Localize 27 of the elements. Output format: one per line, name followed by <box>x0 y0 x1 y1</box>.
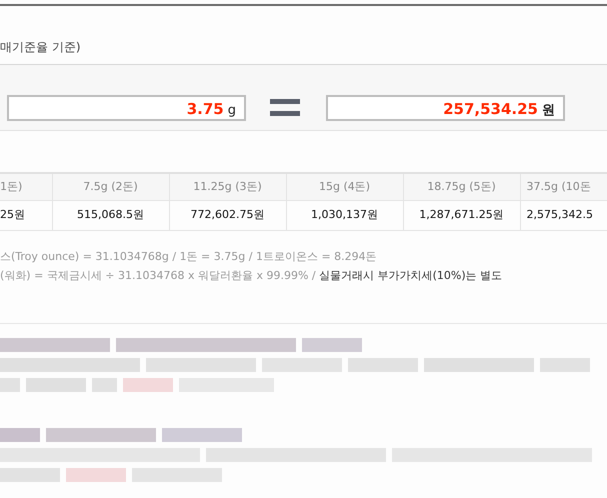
column-header: 1돈) <box>0 173 52 200</box>
blurred-text <box>123 378 173 392</box>
blurred-text <box>26 378 86 392</box>
price-cell: 25원 <box>0 200 52 230</box>
price-cell: 515,068.5원 <box>52 200 169 230</box>
weight-field[interactable]: 3.75 g <box>7 94 246 120</box>
blurred-text <box>0 468 60 482</box>
blurred-text <box>66 468 126 482</box>
section-heading: 매기준율 기준) <box>0 40 80 54</box>
blurred-text <box>0 428 40 442</box>
column-header: 7.5g (2돈) <box>52 173 169 200</box>
price-cell: 772,602.75원 <box>169 200 286 230</box>
price-cell: 1,287,671.25원 <box>403 200 520 230</box>
column-header: 37.5g (10돈 <box>520 173 607 200</box>
blurred-text <box>348 358 418 372</box>
price-cell: 1,030,137원 <box>286 200 403 230</box>
column-header: 15g (4돈) <box>286 173 403 200</box>
formula-note: 스(Troy ounce) = 31.1034768g / 1돈 = 3.75g / 1트로이온스 = 8.294돈 <box>0 250 377 262</box>
price-field: 257,534.25 원 <box>326 94 565 120</box>
formula-note: (워화) = 국제금시세 ÷ 31.1034768 x 워달러환율 x 99.99% / 실물거래시 부가가치세(10%)는 별도 <box>0 268 502 282</box>
column-header: 18.75g (5돈) <box>403 173 520 200</box>
blurred-text <box>302 338 362 352</box>
equals-icon <box>270 98 300 116</box>
column-header: 11.25g (3돈) <box>169 173 286 200</box>
blurred-text <box>92 378 117 392</box>
blurred-text <box>0 378 20 392</box>
blurred-text <box>540 358 590 372</box>
